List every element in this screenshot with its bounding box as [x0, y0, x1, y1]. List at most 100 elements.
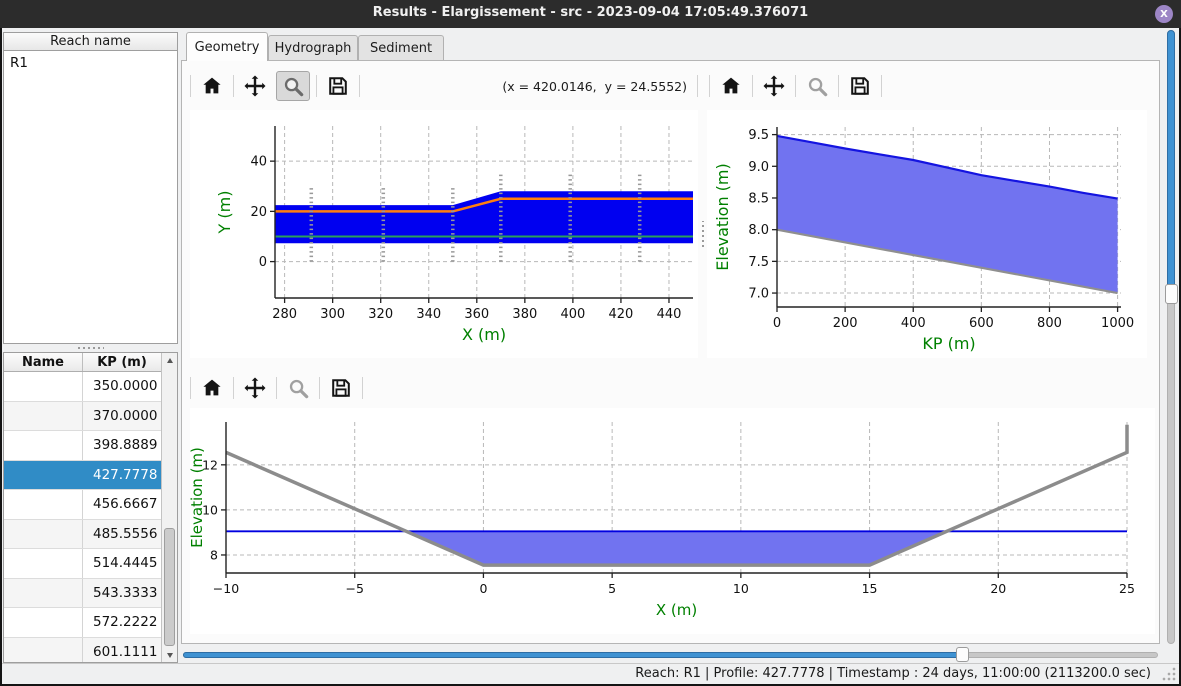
scroll-up-button[interactable]	[162, 353, 177, 367]
svg-text:0: 0	[773, 316, 781, 331]
left-panel-splitter[interactable]	[3, 344, 178, 352]
save-icon	[849, 75, 871, 97]
table-row[interactable]: 370.0000	[4, 402, 161, 432]
home-button[interactable]	[197, 72, 227, 100]
home-button[interactable]	[197, 374, 227, 402]
home-icon	[201, 377, 223, 399]
pan-button[interactable]	[759, 72, 789, 100]
reach-name-header: Reach name	[3, 32, 178, 51]
profile-slider[interactable]	[1165, 30, 1178, 644]
name-cell	[4, 549, 83, 578]
svg-text:8.0: 8.0	[748, 223, 769, 238]
long-profile-canvas[interactable]: 020040060080010007.07.58.08.59.09.5KP (m…	[707, 110, 1147, 358]
plan-view-canvas[interactable]: 28030032034036038040042044002040X (m)Y (…	[190, 110, 698, 358]
zoom-button[interactable]	[283, 374, 313, 402]
zoom-button-active[interactable]	[276, 71, 310, 101]
save-button[interactable]	[845, 72, 875, 100]
kp-cell: 370.0000	[83, 402, 161, 431]
table-scrollbar[interactable]	[161, 353, 177, 662]
pan-move-icon	[243, 376, 267, 400]
tab-hydrograph[interactable]: Hydrograph	[268, 35, 358, 60]
table-row[interactable]: 350.0000	[4, 372, 161, 402]
column-header-kp[interactable]: KP (m)	[83, 353, 161, 371]
kp-cell: 427.7778	[83, 461, 161, 490]
reach-list-item[interactable]: R1	[4, 51, 177, 75]
svg-text:0: 0	[479, 581, 487, 596]
table-row[interactable]: 572.2222	[4, 608, 161, 638]
svg-text:20: 20	[250, 205, 267, 220]
name-cell	[4, 431, 83, 460]
table-body: 350.0000 370.0000 398.8889 427.7778 456.…	[4, 372, 161, 663]
svg-text:360: 360	[464, 307, 489, 322]
kp-cell: 456.6667	[83, 490, 161, 519]
save-icon	[327, 75, 349, 97]
tab-geometry[interactable]: Geometry	[186, 32, 268, 61]
svg-text:X (m): X (m)	[656, 601, 697, 619]
svg-text:340: 340	[416, 307, 441, 322]
title-bar: Results - Elargissement - src - 2023-09-…	[0, 0, 1181, 28]
table-row[interactable]: 601.1111	[4, 638, 161, 664]
svg-text:5: 5	[608, 581, 616, 596]
cross-section-canvas[interactable]: −10−5051015202581012X (m)Elevation (m)	[190, 408, 1155, 634]
home-button[interactable]	[716, 72, 746, 100]
svg-text:25: 25	[1119, 581, 1135, 596]
svg-text:280: 280	[272, 307, 297, 322]
long-profile-toolbar	[709, 70, 1145, 102]
zoom-icon	[287, 377, 310, 400]
table-row[interactable]: 485.5556	[4, 520, 161, 550]
svg-text:800: 800	[1037, 316, 1062, 331]
time-slider[interactable]	[183, 646, 1158, 664]
resize-grip-icon[interactable]	[1162, 667, 1176, 681]
pan-move-icon	[762, 74, 786, 98]
table-row[interactable]: 398.8889	[4, 431, 161, 461]
zoom-button[interactable]	[802, 72, 832, 100]
svg-text:8: 8	[210, 547, 218, 562]
svg-text:320: 320	[368, 307, 393, 322]
arrow-down-icon	[167, 653, 173, 658]
pan-button[interactable]	[240, 72, 270, 100]
table-row[interactable]: 543.3333	[4, 579, 161, 609]
profile-slider-filled-track[interactable]	[1167, 30, 1175, 294]
svg-text:Elevation (m): Elevation (m)	[713, 163, 732, 270]
name-cell	[4, 372, 83, 401]
kp-cell: 485.5556	[83, 520, 161, 549]
svg-text:400: 400	[560, 307, 585, 322]
column-header-name[interactable]: Name	[4, 353, 83, 371]
name-cell	[4, 638, 83, 664]
svg-text:Elevation (m): Elevation (m)	[190, 447, 206, 548]
table-row[interactable]: 514.4445	[4, 549, 161, 579]
pan-move-icon	[243, 74, 267, 98]
zoom-icon	[806, 75, 829, 98]
name-cell	[4, 490, 83, 519]
svg-text:−5: −5	[345, 581, 363, 596]
reach-list: R1	[3, 51, 178, 344]
scroll-down-button[interactable]	[162, 648, 177, 662]
profile-slider-handle[interactable]	[1165, 284, 1178, 304]
svg-text:9.5: 9.5	[748, 128, 769, 143]
svg-text:400: 400	[901, 316, 926, 331]
svg-text:Y (m): Y (m)	[215, 191, 234, 235]
tab-sediment[interactable]: Sediment	[358, 35, 444, 60]
app-window: Results - Elargissement - src - 2023-09-…	[0, 0, 1181, 686]
svg-text:7.5: 7.5	[748, 255, 769, 270]
svg-text:420: 420	[609, 307, 634, 322]
svg-text:600: 600	[969, 316, 994, 331]
window-title: Results - Elargissement - src - 2023-09-…	[0, 5, 1181, 20]
close-button[interactable]: X	[1155, 5, 1173, 23]
kp-cell: 543.3333	[83, 579, 161, 608]
home-icon	[201, 75, 223, 97]
kp-cell: 572.2222	[83, 608, 161, 637]
time-slider-filled-track[interactable]	[183, 652, 963, 658]
svg-text:380: 380	[512, 307, 537, 322]
table-row[interactable]: 456.6667	[4, 490, 161, 520]
svg-text:15: 15	[862, 581, 878, 596]
scrollbar-thumb[interactable]	[164, 528, 175, 646]
pan-button[interactable]	[240, 374, 270, 402]
time-slider-handle[interactable]	[956, 647, 969, 662]
save-button[interactable]	[323, 72, 353, 100]
cursor-coordinates: (x = 420.0146, y = 24.5552)	[502, 79, 691, 94]
save-button[interactable]	[326, 374, 356, 402]
table-row-selected[interactable]: 427.7778	[4, 461, 161, 491]
kp-cell: 398.8889	[83, 431, 161, 460]
plot-splitter[interactable]	[698, 110, 707, 358]
